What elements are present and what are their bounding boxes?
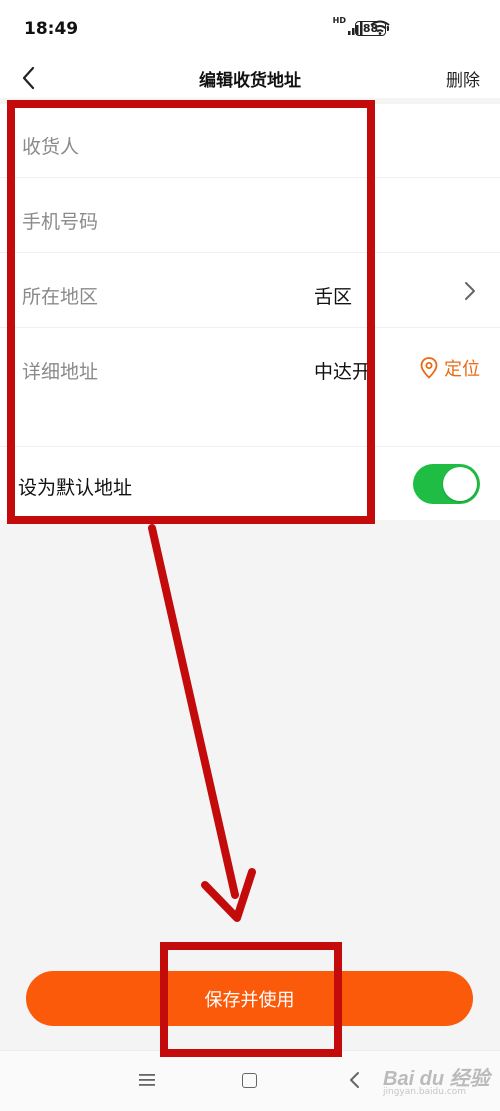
battery-tip	[387, 26, 389, 31]
battery-level: 88	[362, 22, 379, 35]
status-time: 18:49	[24, 19, 79, 39]
menu-icon[interactable]	[138, 1073, 156, 1087]
battery-icon: 88	[355, 21, 389, 36]
network-type: HD	[332, 15, 346, 25]
nav-header: 编辑收货地址 删除	[0, 58, 500, 98]
status-bar: 18:49 HD 88	[0, 0, 500, 58]
toggle-knob	[443, 467, 477, 501]
home-icon[interactable]	[242, 1073, 257, 1088]
page-title: 编辑收货地址	[199, 71, 301, 91]
delete-button[interactable]: 删除	[446, 66, 480, 91]
watermark-url: jingyan.baidu.com	[383, 1087, 467, 1097]
locate-label: 定位	[444, 359, 480, 380]
back-icon[interactable]	[348, 1071, 360, 1089]
locate-button[interactable]: 定位	[420, 355, 480, 381]
location-pin-icon	[420, 357, 438, 379]
annotation-highlight-box	[7, 100, 375, 524]
annotation-save-highlight-box	[160, 942, 342, 1057]
default-address-toggle[interactable]	[413, 464, 480, 504]
chevron-right-icon	[465, 282, 475, 300]
